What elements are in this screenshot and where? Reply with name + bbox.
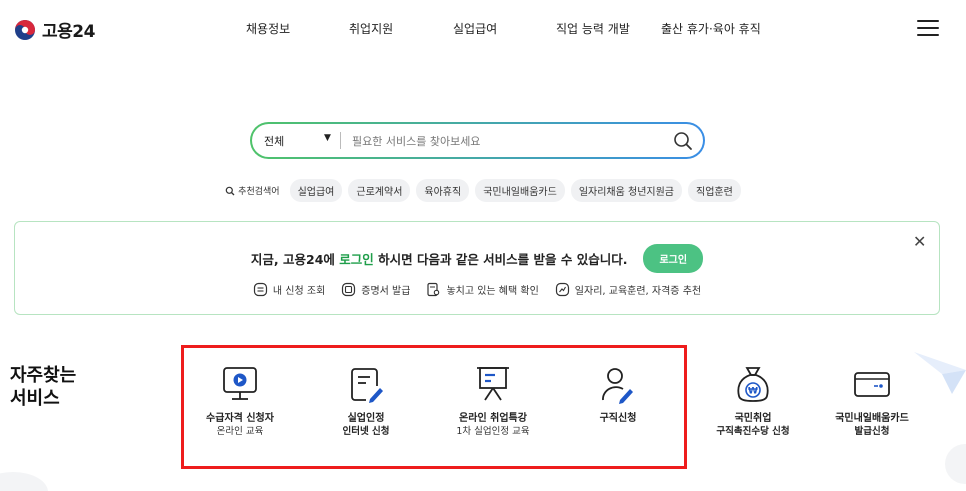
login-benefits: 내 신청 조회 증명서 발급 놓치고 있는 혜택 확인 일자리, 교육훈련, 자… [15,282,939,297]
site-header: 고용24 채용정보 취업지원 실업급여 직업 능력 개발 출산 휴가·육아 휴직 [0,0,966,58]
keyword-chip[interactable]: 직업훈련 [688,179,741,202]
banner-text-after: 하시면 다음과 같은 서비스를 받을 수 있습니다. [373,252,628,267]
benefit-certificates[interactable]: 증명서 발급 [341,282,410,297]
benefit-missed-benefits[interactable]: 놓치고 있는 혜택 확인 [426,282,539,297]
search-category-select[interactable]: 전체 ▼ [264,133,344,149]
service-name: 국민내일배움카드 [835,413,909,424]
recommended-label-text: 추천검색어 [238,187,280,197]
service-subtitle: 발급신청 [854,426,890,437]
nav-item-jobs[interactable]: 채용정보 [246,20,290,37]
banner-text-before: 지금, 고용24에 [250,252,340,267]
hamburger-icon-bar [917,27,939,29]
main-nav: 채용정보 취업지원 실업급여 직업 능력 개발 출산 휴가·육아 휴직 [0,20,966,40]
nav-item-parental-leave[interactable]: 출산 휴가·육아 휴직 [661,20,761,37]
highlight-box [181,345,687,469]
paper-plane-icon [914,352,966,394]
keyword-chip[interactable]: 일자리채움 청년지원금 [570,179,682,202]
list-check-icon [253,282,268,297]
hamburger-menu-button[interactable] [917,20,939,38]
login-banner-text: 지금, 고용24에 로그인 하시면 다음과 같은 서비스를 받을 수 있습니다. [251,249,628,268]
keyword-chip[interactable]: 육아휴직 [416,179,470,202]
certificate-icon [342,282,356,297]
keyword-chip[interactable]: 국민내일배움카드 [475,179,565,202]
login-banner-message: 지금, 고용24에 로그인 하시면 다음과 같은 서비스를 받을 수 있습니다.… [15,244,939,273]
nav-item-employment-support[interactable]: 취업지원 [349,20,393,37]
service-national-employment[interactable]: ₩ 국민취업 구직촉진수당 신청 [688,364,818,438]
svg-text:₩: ₩ [748,387,758,397]
benefit-my-applications[interactable]: 내 신청 조회 [253,282,325,297]
benefit-label: 증명서 발급 [361,286,411,297]
caret-down-icon: ▼ [324,133,331,143]
hamburger-icon-bar [917,20,939,22]
benefit-recommendations[interactable]: 일자리, 교육훈련, 자격증 추천 [555,282,701,297]
money-bag-icon: ₩ [737,367,769,402]
decorative-circle [0,472,48,491]
search-divider [340,132,341,149]
recommended-keywords: 추천검색어 실업급여 근로계약서 육아휴직 국민내일배움카드 일자리채움 청년지… [0,179,966,202]
close-icon[interactable]: ✕ [913,234,926,250]
keyword-chip[interactable]: 실업급여 [289,179,343,202]
card-icon [854,372,890,397]
service-name: 국민취업 [734,413,772,424]
keyword-chip[interactable]: 근로계약서 [348,179,411,202]
service-subtitle: 구직촉진수당 신청 [716,426,790,437]
banner-text-highlight: 로그인 [339,252,374,267]
login-banner: 지금, 고용24에 로그인 하시면 다음과 같은 서비스를 받을 수 있습니다.… [14,221,940,315]
search-input[interactable] [352,130,652,152]
benefit-label: 일자리, 교육훈련, 자격증 추천 [574,286,702,297]
services-title-line: 서비스 [10,388,60,409]
search-small-icon [225,186,235,195]
hamburger-icon-bar [917,34,939,36]
recommend-icon [555,282,569,297]
document-search-icon [427,282,440,297]
services-title-line: 자주찾는 [10,365,77,386]
benefit-label: 내 신청 조회 [272,286,326,297]
search-category-value: 전체 [264,135,285,148]
search-bar: 전체 ▼ [250,122,705,159]
decorative-circle [945,444,966,484]
benefit-label: 놓치고 있는 혜택 확인 [446,286,539,297]
recommended-keywords-label: 추천검색어 [225,184,280,197]
nav-item-unemployment-benefits[interactable]: 실업급여 [453,20,497,37]
search-icon[interactable] [672,130,694,152]
services-title: 자주찾는 서비스 [10,364,76,410]
nav-item-vocational-training[interactable]: 직업 능력 개발 [556,20,630,37]
login-button[interactable]: 로그인 [643,244,704,273]
